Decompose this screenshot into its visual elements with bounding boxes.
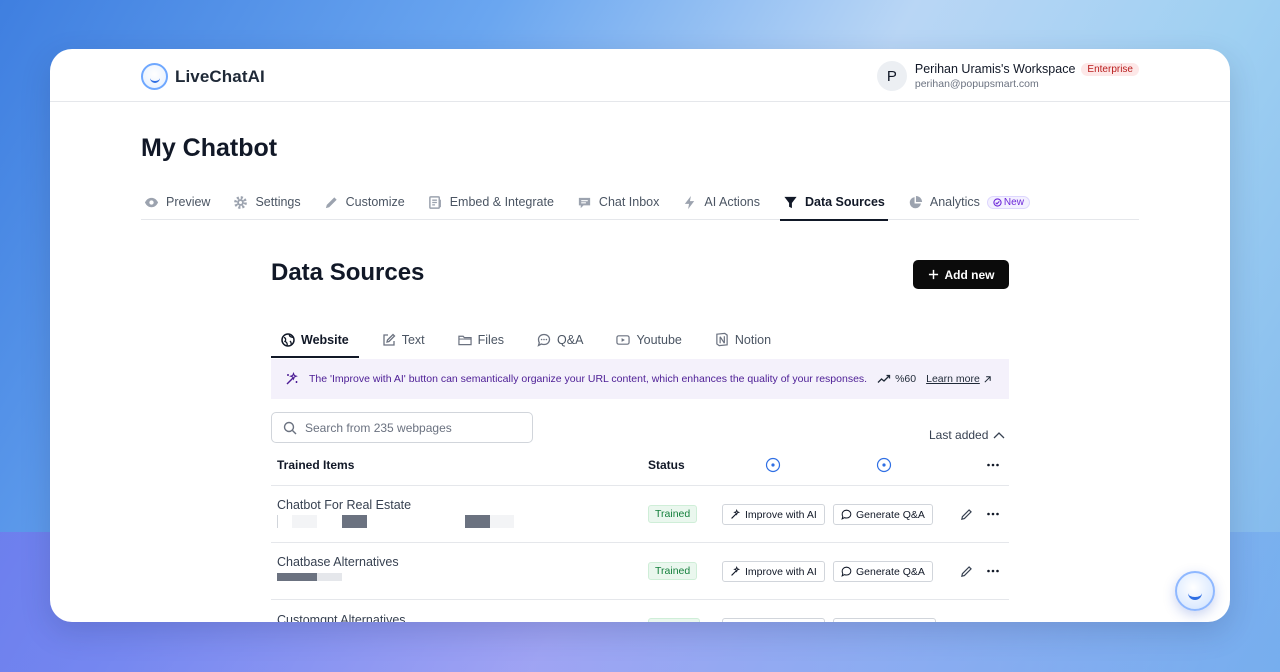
- pencil-icon: [324, 195, 339, 210]
- nav-analytics[interactable]: Analytics New: [905, 184, 1033, 220]
- speech-icon: [537, 333, 551, 347]
- status-badge: Trained: [648, 505, 698, 523]
- section-title: Data Sources: [271, 259, 425, 286]
- improve-with-ai-button[interactable]: [722, 618, 825, 622]
- account-menu[interactable]: P Perihan Uramis's Workspace Enterprise …: [876, 61, 1139, 91]
- chat-launcher-button[interactable]: [1175, 571, 1215, 611]
- row-title: Customgpt Alternatives: [277, 613, 406, 622]
- funnel-icon: [783, 195, 798, 210]
- improvement-stat: %60: [877, 373, 916, 385]
- app-window: LiveChatAI P Perihan Uramis's Workspace …: [50, 49, 1230, 622]
- tab-files[interactable]: Files: [448, 321, 514, 358]
- tab-youtube[interactable]: Youtube: [606, 321, 691, 358]
- edit-pencil-icon[interactable]: [958, 563, 974, 579]
- banner-text: The 'Improve with AI' button can semanti…: [309, 373, 868, 385]
- nav-label: AI Actions: [704, 195, 760, 209]
- nav-embed-integrate[interactable]: Embed & Integrate: [425, 184, 557, 220]
- status-badge: [648, 618, 700, 622]
- row-title: Chatbase Alternatives: [277, 555, 399, 569]
- workspace-name: Perihan Uramis's Workspace: [914, 62, 1076, 76]
- tab-website[interactable]: Website: [271, 321, 359, 358]
- more-icon[interactable]: [985, 457, 1001, 478]
- improve-with-ai-button[interactable]: Improve with AI: [722, 504, 825, 525]
- edit-pencil-icon[interactable]: [958, 506, 974, 522]
- avatar: P: [876, 61, 907, 91]
- tab-text[interactable]: Text: [372, 321, 435, 358]
- table-header: Trained Items Status: [271, 448, 1009, 486]
- trend-up-icon: [877, 374, 891, 383]
- nav-label: Customize: [345, 195, 405, 209]
- search-input[interactable]: Search from 235 webpages: [271, 412, 533, 443]
- more-icon[interactable]: [985, 506, 1001, 522]
- row-title: Chatbot For Real Estate: [277, 498, 412, 512]
- info-banner: The 'Improve with AI' button can semanti…: [271, 359, 1009, 399]
- nav-label: Data Sources: [804, 195, 885, 209]
- table-row: Customgpt Alternatives: [271, 600, 1009, 622]
- top-bar: LiveChatAI P Perihan Uramis's Workspace …: [50, 49, 1230, 102]
- status-badge: Trained: [648, 562, 698, 580]
- magic-wand-icon: [731, 509, 741, 519]
- nav-label: Settings: [255, 195, 301, 209]
- tab-qa[interactable]: Q&A: [527, 321, 593, 358]
- notion-icon: [715, 332, 729, 347]
- nav-chat-inbox[interactable]: Chat Inbox: [574, 184, 662, 220]
- account-email: perihan@popupsmart.com: [914, 78, 1039, 90]
- chevron-up-icon: [993, 432, 1005, 439]
- info-icon[interactable]: [876, 457, 892, 478]
- nav-ai-actions[interactable]: AI Actions: [679, 184, 763, 220]
- chat-icon: [577, 195, 592, 210]
- logo[interactable]: LiveChatAI: [141, 63, 265, 90]
- add-new-button[interactable]: Add new: [913, 260, 1009, 289]
- embed-icon: [428, 195, 443, 210]
- nav-data-sources[interactable]: Data Sources: [779, 184, 888, 221]
- col-trained-items: Trained Items: [277, 458, 355, 472]
- plan-badge: Enterprise: [1081, 62, 1139, 76]
- eye-icon: [144, 195, 159, 210]
- check-circle-icon: [993, 197, 1002, 207]
- table-row: Chatbase Alternatives Trained Improve wi…: [271, 543, 1009, 600]
- logo-smile-icon: [141, 63, 168, 90]
- improve-with-ai-button[interactable]: Improve with AI: [722, 561, 825, 582]
- more-icon[interactable]: [985, 563, 1001, 579]
- nav-settings[interactable]: Settings: [230, 184, 303, 220]
- nav-customize[interactable]: Customize: [321, 184, 408, 220]
- external-arrow-icon: [984, 375, 991, 383]
- generate-qa-button[interactable]: Generate Q&A: [833, 504, 933, 525]
- plus-icon: [928, 269, 938, 280]
- play-icon: [616, 333, 631, 347]
- nav-label: Embed & Integrate: [449, 195, 554, 209]
- tab-notion[interactable]: Notion: [705, 321, 781, 358]
- app-name: LiveChatAI: [175, 66, 265, 86]
- pie-icon: [908, 195, 923, 210]
- magic-wand-icon: [731, 566, 741, 576]
- table-row: Chatbot For Real Estate Trained Improve …: [271, 486, 1009, 543]
- gear-icon: [233, 195, 248, 210]
- globe-icon: [281, 332, 295, 347]
- search-icon: [283, 421, 297, 434]
- search-placeholder: Search from 235 webpages: [305, 420, 452, 435]
- page-title: My Chatbot: [141, 134, 278, 162]
- redacted-url: [277, 515, 514, 528]
- nav-preview[interactable]: Preview: [141, 184, 213, 220]
- learn-more-link[interactable]: Learn more: [926, 373, 992, 385]
- magic-wand-icon: [286, 372, 298, 385]
- generate-qa-button[interactable]: [833, 618, 936, 622]
- nav-label: Chat Inbox: [598, 195, 660, 209]
- edit-icon: [382, 333, 396, 347]
- source-tabs: Website Text Files Q&A Youtube Notion: [271, 321, 1009, 358]
- speech-icon: [841, 566, 852, 577]
- bolt-icon: [682, 195, 697, 210]
- speech-icon: [841, 509, 852, 520]
- folder-icon: [457, 333, 472, 347]
- col-status: Status: [648, 458, 685, 472]
- nav-label: Preview: [166, 195, 211, 209]
- redacted-url: [277, 573, 342, 581]
- nav-label: Analytics: [929, 195, 980, 209]
- info-icon[interactable]: [765, 457, 781, 478]
- sort-dropdown[interactable]: Last added: [929, 428, 1005, 442]
- generate-qa-button[interactable]: Generate Q&A: [833, 561, 933, 582]
- chatbot-nav: Preview Settings Customize Embed & Integ…: [141, 184, 1139, 221]
- new-badge: New: [986, 195, 1030, 209]
